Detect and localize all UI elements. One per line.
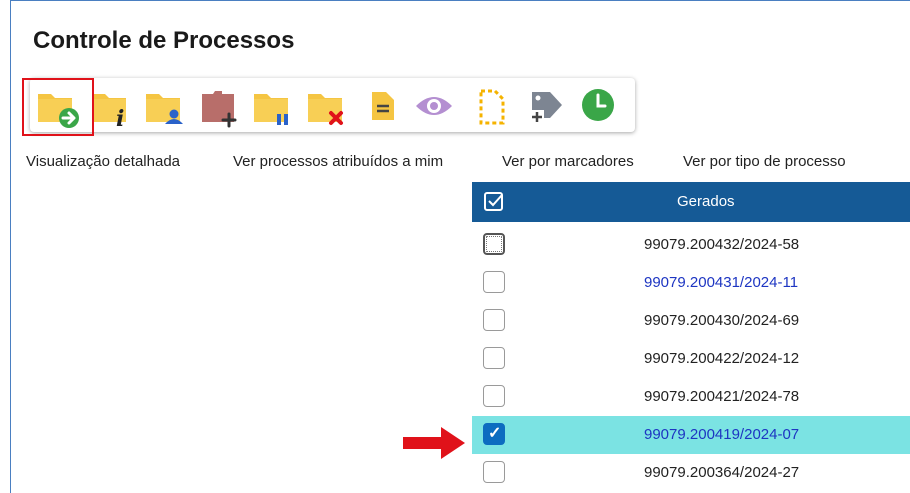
window-border-top xyxy=(10,0,910,1)
row-checkbox-checked[interactable]: ✓ xyxy=(483,423,505,445)
row-checkbox[interactable] xyxy=(483,309,505,331)
tag-plus-icon[interactable] xyxy=(524,84,568,126)
row-checkbox[interactable] xyxy=(483,233,505,255)
process-link[interactable]: 99079.200364/2024-27 xyxy=(644,464,799,481)
clock-icon[interactable] xyxy=(576,84,620,126)
table-header-title: Gerados xyxy=(677,193,735,210)
page-title: Controle de Processos xyxy=(33,27,295,54)
row-checkbox[interactable] xyxy=(483,461,505,483)
table-row: 99079.200431/2024-11 xyxy=(472,264,910,302)
process-link[interactable]: 99079.200422/2024-12 xyxy=(644,350,799,367)
row-checkbox[interactable] xyxy=(483,385,505,407)
select-all-checkbox-icon[interactable] xyxy=(483,191,505,218)
folder-pause-icon[interactable] xyxy=(250,84,294,126)
table-row: 99079.200421/2024-78 xyxy=(472,378,910,416)
svg-text:i: i xyxy=(116,106,124,130)
folder-user-icon[interactable] xyxy=(142,84,186,126)
process-link[interactable]: 99079.200421/2024-78 xyxy=(644,388,799,405)
by-markers-link[interactable]: Ver por marcadores xyxy=(502,153,634,170)
window-border-left xyxy=(10,0,11,493)
folder-x-icon[interactable] xyxy=(304,84,348,126)
note-icon[interactable] xyxy=(360,84,404,126)
eye-icon[interactable] xyxy=(412,84,456,126)
checkmark-icon: ✓ xyxy=(488,425,502,442)
table-row-selected: ✓ 99079.200419/2024-07 xyxy=(472,416,910,454)
process-link[interactable]: 99079.200430/2024-69 xyxy=(644,312,799,329)
row-checkbox[interactable] xyxy=(483,271,505,293)
annotation-arrow-icon xyxy=(403,426,467,465)
table-row: 99079.200364/2024-27 xyxy=(472,454,910,492)
table-header: Gerados xyxy=(472,182,910,222)
folder-plus-icon[interactable] xyxy=(196,84,240,128)
process-link[interactable]: 99079.200431/2024-11 xyxy=(644,274,798,291)
folder-info-icon[interactable]: i xyxy=(88,84,132,130)
table-row: 99079.200432/2024-58 xyxy=(472,226,910,264)
process-link[interactable]: 99079.200432/2024-58 xyxy=(644,236,799,253)
process-link[interactable]: 99079.200419/2024-07 xyxy=(644,426,799,443)
detailed-view-link[interactable]: Visualização detalhada xyxy=(26,153,180,170)
by-type-link[interactable]: Ver por tipo de processo xyxy=(683,153,846,170)
table-row: 99079.200422/2024-12 xyxy=(472,340,910,378)
row-checkbox[interactable] xyxy=(483,347,505,369)
dashed-document-icon[interactable] xyxy=(470,84,514,126)
assigned-to-me-link[interactable]: Ver processos atribuídos a mim xyxy=(233,153,443,170)
annotation-highlight-box xyxy=(22,78,94,136)
toolbar: i xyxy=(30,78,635,132)
table-row: 99079.200430/2024-69 xyxy=(472,302,910,340)
